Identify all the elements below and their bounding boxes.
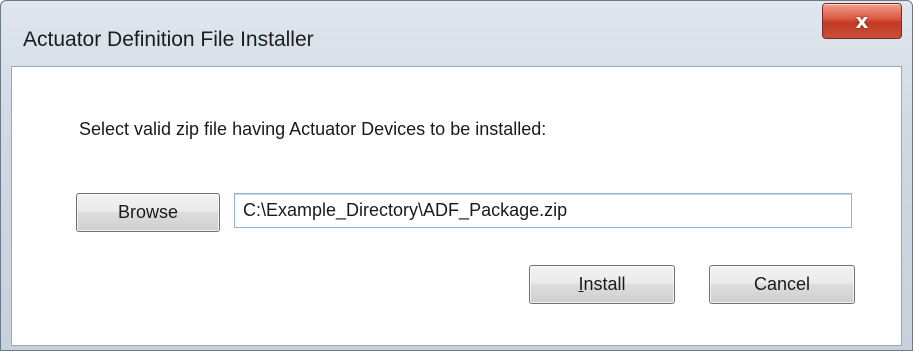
instruction-label: Select valid zip file having Actuator De… <box>79 119 547 139</box>
dialog-body: Select valid zip file having Actuator De… <box>11 66 902 346</box>
install-button-label: Install <box>578 274 625 295</box>
cancel-button[interactable]: Cancel <box>709 265 855 304</box>
close-x-icon: x <box>855 9 869 33</box>
install-button[interactable]: Install <box>529 265 675 304</box>
install-label-rest: nstall <box>583 274 626 294</box>
title-bar[interactable]: Actuator Definition File Installer x <box>1 1 912 63</box>
file-path-field[interactable]: C:\Example_Directory\ADF_Package.zip <box>234 193 852 228</box>
browse-button-label: Browse <box>117 202 179 222</box>
close-button[interactable]: x <box>822 3 902 39</box>
window-title: Actuator Definition File Installer <box>23 28 314 51</box>
file-path-value: C:\Example_Directory\ADF_Package.zip <box>243 200 568 220</box>
browse-button[interactable]: Browse <box>76 193 220 232</box>
installer-window: Actuator Definition File Installer x Sel… <box>0 0 913 351</box>
cancel-button-label: Cancel <box>753 274 811 294</box>
